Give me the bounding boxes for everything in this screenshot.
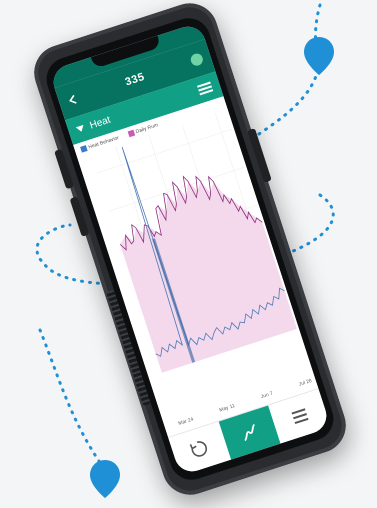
dropdown-triangle-icon bbox=[75, 124, 84, 132]
section-title: Heat bbox=[88, 114, 112, 132]
x-tick: Jul 28 bbox=[298, 377, 313, 388]
menu-icon[interactable] bbox=[196, 81, 214, 97]
x-tick: May 11 bbox=[218, 402, 236, 414]
cow-id-title: 335 bbox=[123, 70, 147, 89]
list-icon bbox=[291, 408, 309, 425]
map-pin-bottom bbox=[90, 460, 120, 498]
chart-icon bbox=[244, 423, 256, 442]
scene: 335 Heat Heat Behavior Daily Rum Mar 24 … bbox=[0, 0, 377, 508]
back-icon[interactable] bbox=[66, 92, 81, 107]
x-tick: Jun 7 bbox=[260, 390, 274, 401]
sync-status-icon[interactable] bbox=[189, 52, 205, 68]
sync-icon bbox=[189, 441, 208, 457]
map-pin-top bbox=[304, 37, 334, 75]
x-tick: Mar 24 bbox=[177, 416, 195, 427]
